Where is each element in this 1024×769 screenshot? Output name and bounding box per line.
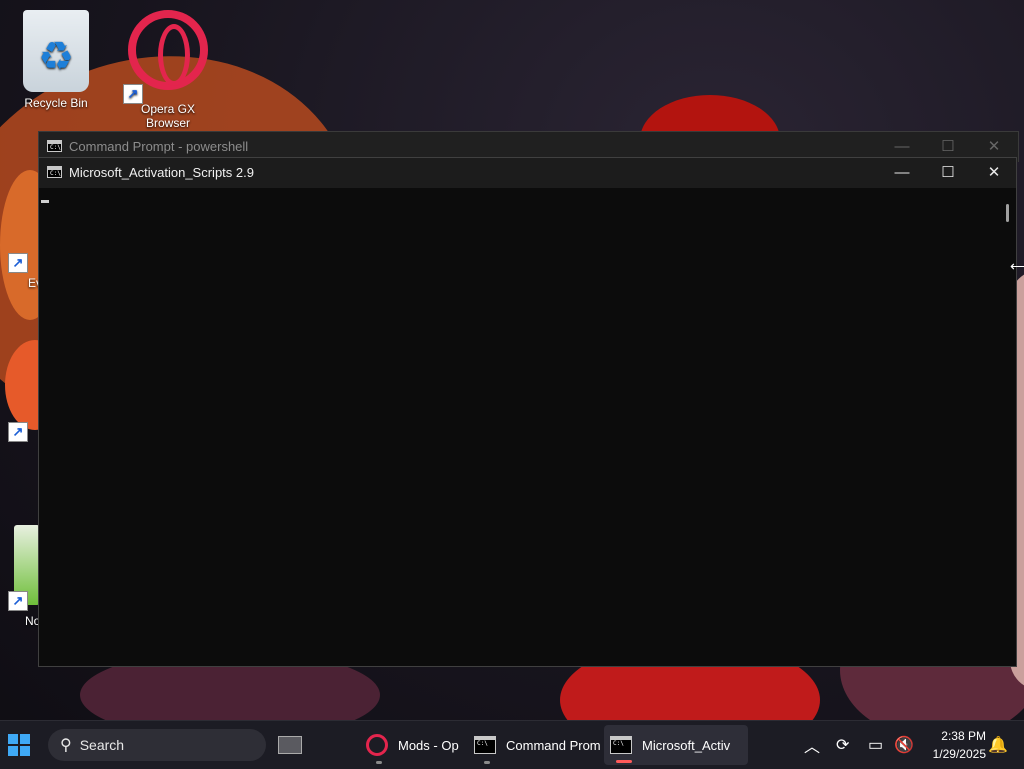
shortcut-arrow-icon[interactable]: ↗: [8, 422, 28, 442]
command-prompt-icon: C:\: [474, 736, 496, 754]
window-title: Command Prompt - powershell: [69, 139, 249, 154]
search-label: Search: [79, 737, 125, 753]
command-prompt-icon: C:\: [610, 736, 632, 754]
windows-logo-icon: [8, 734, 30, 756]
taskbar: ⚲ Search Mods - Op C:\ Command Prom C:\ …: [0, 720, 1024, 769]
taskbar-app-label: Command Prom: [506, 737, 601, 753]
taskbar-app-activation-scripts[interactable]: C:\ Microsoft_Activ: [604, 725, 748, 765]
chevron-up-icon: ︿: [804, 739, 821, 756]
taskbar-clock[interactable]: 2:38 PM 1/29/2025: [920, 727, 986, 763]
window-title: Microsoft_Activation_Scripts 2.9: [69, 165, 254, 180]
command-prompt-icon: C:\: [47, 166, 62, 178]
show-hidden-icons-button[interactable]: ︿: [804, 721, 820, 769]
text-cursor: [41, 200, 49, 203]
tray-sync-icon[interactable]: ⟳: [836, 721, 849, 769]
maximize-button[interactable]: ☐: [925, 158, 971, 188]
taskbar-app-label: Microsoft_Activ: [642, 737, 731, 753]
desktop-icon-recycle-bin[interactable]: ♻ Recycle Bin: [11, 10, 101, 110]
minimize-button[interactable]: —: [879, 158, 925, 188]
console-output[interactable]: [39, 188, 1002, 666]
shortcut-arrow-icon: ↗: [123, 84, 143, 104]
search-icon: ⚲: [60, 737, 72, 754]
shortcut-arrow-icon[interactable]: ↗: [8, 253, 28, 273]
recycle-bin-icon: ♻: [23, 10, 89, 92]
tray-volume-muted-icon[interactable]: 🔇: [894, 721, 914, 769]
desktop-icon-label: Opera GX Browser: [140, 102, 196, 130]
scrollbar-thumb[interactable]: [1006, 204, 1009, 222]
desktop-icon-label: Recycle Bin: [24, 96, 88, 110]
tray-network-icon[interactable]: ▭: [868, 721, 883, 769]
activation-scripts-window[interactable]: C:\ Microsoft_Activation_Scripts 2.9 — ☐…: [38, 157, 1017, 667]
taskbar-app-opera[interactable]: Mods - Op: [360, 721, 472, 769]
command-prompt-icon: C:\: [47, 140, 62, 152]
close-button[interactable]: ✕: [971, 158, 1017, 188]
opera-gx-icon: [366, 734, 388, 756]
taskbar-search-box[interactable]: ⚲ Search: [48, 729, 266, 761]
shortcut-arrow-icon[interactable]: ↗: [8, 591, 28, 611]
resize-cursor-icon: ⟵: [1010, 258, 1024, 274]
task-view-icon: [278, 736, 302, 754]
clock-time: 2:38 PM: [941, 729, 986, 743]
opera-gx-icon: [128, 10, 208, 90]
clock-date: 1/29/2025: [932, 747, 986, 761]
taskbar-app-command-prompt[interactable]: C:\ Command Prom: [468, 721, 608, 769]
window-titlebar[interactable]: C:\ Microsoft_Activation_Scripts 2.9 — ☐…: [39, 158, 1016, 188]
start-button[interactable]: [8, 721, 38, 769]
taskbar-app-label: Mods - Op: [398, 737, 459, 753]
desktop-icon-opera-gx[interactable]: ↗ Opera GX Browser: [123, 10, 213, 130]
task-view-button[interactable]: [278, 721, 302, 769]
notification-bell-icon[interactable]: 🔔: [988, 721, 1008, 769]
